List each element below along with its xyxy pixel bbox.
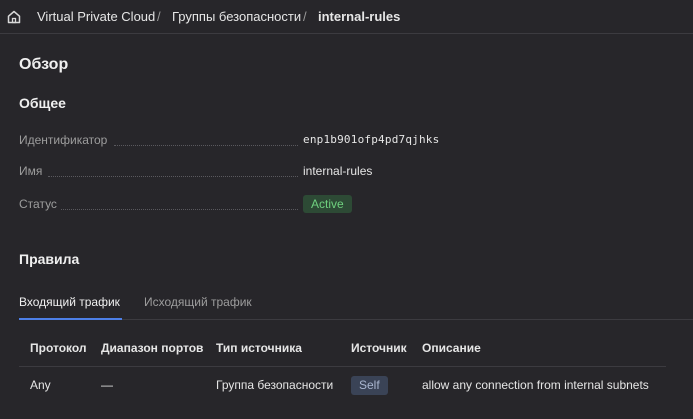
home-icon[interactable] bbox=[6, 9, 22, 25]
leader-dots bbox=[48, 176, 298, 177]
breadcrumb-separator: / bbox=[303, 9, 307, 24]
section-title-general: Общее bbox=[19, 95, 66, 111]
table-header-divider bbox=[19, 366, 666, 367]
cell-source-type: Группа безопасности bbox=[216, 378, 334, 392]
cell-source-badge: Self bbox=[351, 376, 388, 395]
property-label-id: Идентификатор bbox=[19, 133, 108, 147]
leader-dots bbox=[114, 145, 298, 146]
status-badge: Active bbox=[303, 195, 352, 213]
cell-description: allow any connection from internal subne… bbox=[422, 378, 649, 392]
column-header-source-type: Тип источника bbox=[216, 341, 302, 355]
tab-inbound[interactable]: Входящий трафик bbox=[19, 295, 120, 309]
breadcrumb-current: internal-rules bbox=[318, 9, 401, 24]
section-title-rules: Правила bbox=[19, 251, 80, 267]
property-value-id[interactable]: enp1b901ofp4pd7qjhks bbox=[303, 133, 439, 146]
column-header-description: Описание bbox=[422, 341, 481, 355]
page-title: Обзор bbox=[19, 56, 69, 73]
column-header-port-range: Диапазон портов bbox=[101, 341, 204, 355]
breadcrumb-vpc[interactable]: Virtual Private Cloud bbox=[37, 9, 155, 24]
property-label-status: Статус bbox=[19, 197, 57, 211]
column-header-source: Источник bbox=[351, 341, 407, 355]
cell-protocol: Any bbox=[30, 378, 51, 392]
breadcrumb-separator: / bbox=[157, 9, 161, 24]
tab-outbound[interactable]: Исходящий трафик bbox=[144, 295, 252, 309]
column-header-protocol: Протокол bbox=[30, 341, 87, 355]
breadcrumb-security-groups[interactable]: Группы безопасности bbox=[172, 9, 301, 24]
leader-dots bbox=[61, 209, 298, 210]
property-value-name: internal-rules bbox=[303, 164, 373, 178]
breadcrumb-bar: Virtual Private Cloud / Группы безопасно… bbox=[0, 0, 693, 34]
property-label-name: Имя bbox=[19, 164, 43, 178]
active-tab-indicator bbox=[19, 318, 122, 320]
cell-port-range: — bbox=[101, 378, 113, 392]
